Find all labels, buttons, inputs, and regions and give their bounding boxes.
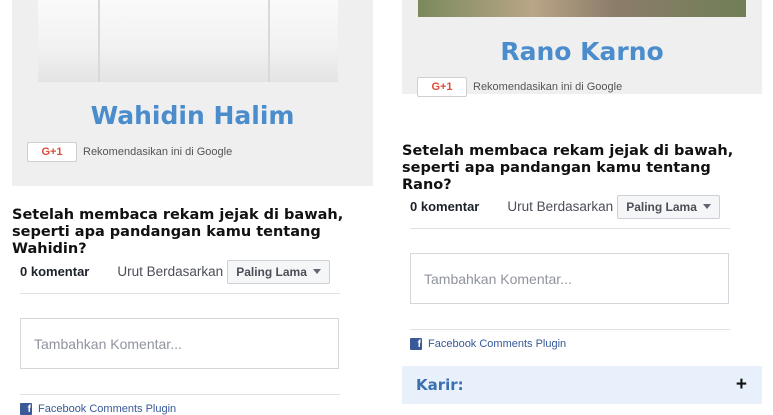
career-section-title: Karir: — [416, 376, 464, 394]
candidate-card: Wahidin Halim G+1 Rekomendasikan ini di … — [12, 0, 373, 186]
facebook-icon: f — [410, 338, 422, 350]
google-plus-text: Rekomendasikan ini di Google — [83, 146, 233, 158]
facebook-plugin-footer: f Facebook Comments Plugin — [20, 394, 340, 415]
facebook-comments: 0 komentar Urut Berdasarkan Paling Lama … — [20, 258, 340, 415]
candidate-column-rano: Rano Karno G+1 Rekomendasikan ini di Goo… — [402, 0, 762, 404]
career-section-header[interactable]: Karir: + — [402, 366, 762, 404]
comment-count: 0 komentar — [20, 264, 90, 279]
google-plus-button[interactable]: G+1 — [417, 77, 467, 97]
comment-input[interactable] — [422, 269, 728, 288]
question-heading: Setelah membaca rekam jejak di bawah, se… — [12, 207, 344, 257]
candidate-name: Rano Karno — [500, 37, 664, 66]
facebook-plugin-link[interactable]: Facebook Comments Plugin — [428, 338, 566, 350]
sort-label: Urut Berdasarkan — [117, 264, 224, 279]
candidate-photo — [38, 0, 338, 82]
candidate-photo — [418, 0, 746, 17]
comment-input[interactable] — [32, 334, 338, 353]
facebook-plugin-link[interactable]: Facebook Comments Plugin — [38, 403, 176, 415]
comments-header: 0 komentar Urut Berdasarkan Paling Lama — [410, 193, 730, 229]
google-plus-widget: G+1 Rekomendasikan ini di Google — [27, 142, 232, 162]
sort-value: Paling Lama — [236, 264, 307, 279]
sort-dropdown[interactable]: Paling Lama — [227, 259, 330, 284]
comment-count: 0 komentar — [410, 199, 480, 214]
sort-label: Urut Berdasarkan — [507, 199, 614, 214]
photo-detail — [268, 0, 270, 82]
question-heading: Setelah membaca rekam jejak di bawah, se… — [402, 143, 734, 193]
facebook-plugin-footer: f Facebook Comments Plugin — [410, 329, 730, 350]
candidate-column-wahidin: Wahidin Halim G+1 Rekomendasikan ini di … — [12, 0, 373, 415]
comment-box[interactable] — [410, 253, 729, 304]
google-plus-widget: G+1 Rekomendasikan ini di Google — [417, 77, 622, 97]
photo-detail — [98, 0, 100, 82]
chevron-down-icon — [312, 269, 321, 274]
google-plus-button[interactable]: G+1 — [27, 142, 77, 162]
candidate-name: Wahidin Halim — [90, 101, 295, 130]
candidate-card: Rano Karno G+1 Rekomendasikan ini di Goo… — [402, 0, 762, 97]
sort-dropdown[interactable]: Paling Lama — [617, 194, 720, 219]
comments-header: 0 komentar Urut Berdasarkan Paling Lama — [20, 258, 340, 294]
chevron-down-icon — [702, 204, 711, 209]
facebook-icon: f — [20, 403, 32, 415]
facebook-comments: 0 komentar Urut Berdasarkan Paling Lama … — [410, 193, 730, 350]
google-plus-text: Rekomendasikan ini di Google — [473, 81, 623, 93]
sort-value: Paling Lama — [626, 199, 697, 214]
comment-box[interactable] — [20, 318, 339, 369]
plus-icon[interactable]: + — [736, 375, 747, 394]
